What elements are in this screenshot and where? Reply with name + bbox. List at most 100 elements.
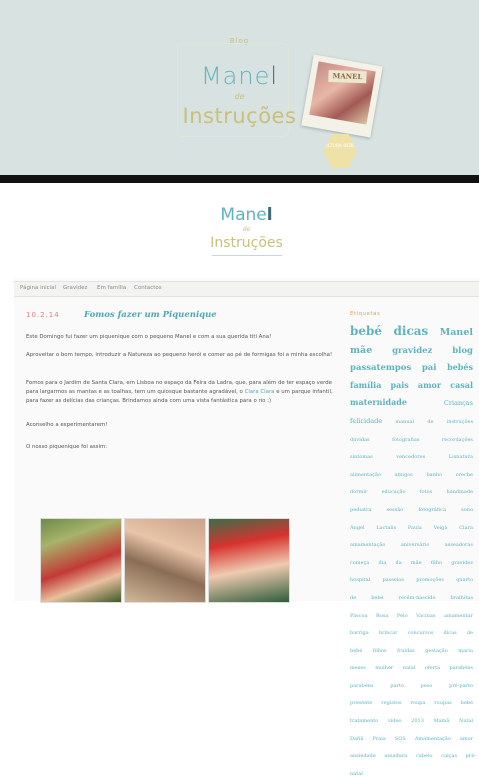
tag-link[interactable]: dicas	[394, 324, 429, 338]
tag-link[interactable]: banho	[426, 472, 442, 478]
tag-link[interactable]: mãe	[411, 560, 422, 566]
tag-link[interactable]: presente	[350, 700, 372, 707]
tag-link[interactable]: promoções	[416, 577, 444, 584]
tag-link[interactable]: Praia	[373, 736, 386, 742]
clara-clara-link[interactable]: Clara Clara	[245, 389, 275, 395]
tag-link[interactable]: Páscoa	[350, 613, 367, 619]
tag-link[interactable]: filho	[431, 560, 442, 566]
tag-link[interactable]: sintomas	[350, 454, 373, 460]
tag-link[interactable]: parabéns	[450, 665, 474, 672]
tag-link[interactable]: filhos	[373, 648, 387, 654]
tag-link[interactable]: bralhitas	[450, 595, 473, 601]
tag-link[interactable]: creche	[456, 472, 473, 478]
tag-link[interactable]: Paula	[408, 525, 422, 531]
tag-link[interactable]: assadura	[384, 753, 407, 760]
tag-link[interactable]: Rosa	[376, 613, 388, 619]
tag-link[interactable]: Amamentação	[415, 736, 451, 742]
tag-link[interactable]: aniversário	[401, 542, 430, 548]
tag-link[interactable]: bebé	[350, 324, 382, 338]
tag-link[interactable]: handmade	[447, 489, 474, 496]
tag-link[interactable]: fotos	[420, 489, 432, 496]
tag-link[interactable]: hospital	[350, 577, 370, 584]
tag-link[interactable]: tratamento	[350, 718, 378, 724]
tag-link[interactable]: dicas	[444, 630, 457, 636]
tag-link[interactable]: pais	[390, 380, 408, 390]
tag-link[interactable]: quarto	[456, 577, 473, 584]
tag-link[interactable]: Pelo	[397, 613, 408, 619]
tag-link[interactable]: mãe	[350, 345, 372, 356]
post-title[interactable]: Fomos fazer um Piquenique	[84, 310, 217, 320]
tag-link[interactable]: sono	[461, 507, 473, 513]
tag-link[interactable]: de	[427, 419, 433, 425]
tag-link[interactable]: oferta	[425, 665, 440, 672]
tag-link[interactable]: calças	[441, 753, 457, 760]
tag-link[interactable]: recém-nascido	[399, 595, 436, 601]
tag-link[interactable]: pediatra	[350, 507, 371, 513]
tag-link[interactable]: gravidez	[392, 346, 432, 356]
tag-link[interactable]: passatempos	[350, 363, 411, 373]
tag-link[interactable]: gravidez	[451, 560, 473, 566]
tag-link[interactable]: Veiga	[434, 525, 448, 531]
tag-link[interactable]: Natal	[459, 718, 473, 724]
tag-link[interactable]: roupas	[434, 700, 451, 707]
tag-link[interactable]: natal	[403, 665, 416, 672]
tag-link[interactable]: sessão	[387, 507, 404, 513]
tag-link[interactable]: começa	[350, 560, 369, 566]
tag-link[interactable]: bebé	[461, 700, 473, 707]
tag-link[interactable]: parto	[390, 683, 404, 689]
tag-link[interactable]: SOS	[395, 736, 406, 742]
tag-link[interactable]: gestação	[425, 648, 448, 654]
tag-link[interactable]: alimentação	[350, 472, 381, 478]
post-photo[interactable]	[124, 518, 206, 603]
tag-link[interactable]: Mamã	[434, 718, 450, 724]
tag-link[interactable]: Vacinas	[416, 613, 435, 619]
nav-item-home[interactable]: Página inicial	[20, 285, 56, 291]
tag-link[interactable]: recordações	[442, 437, 473, 443]
tag-link[interactable]: amor	[418, 380, 441, 390]
tag-link[interactable]: Crianças	[444, 399, 473, 407]
tag-link[interactable]: de	[350, 595, 356, 601]
tag-link[interactable]: Clara	[459, 525, 473, 531]
tag-link[interactable]: fotográfica	[418, 507, 446, 513]
tag-link[interactable]: Dafili	[350, 736, 364, 742]
tag-link[interactable]: 2013	[411, 718, 424, 724]
tag-link[interactable]: pai	[422, 363, 437, 373]
tag-link[interactable]: blog	[452, 346, 473, 356]
tag-link[interactable]: instruções	[447, 419, 473, 425]
post-photo[interactable]	[40, 518, 122, 603]
blog-title[interactable]: Manel	[14, 205, 479, 225]
tag-link[interactable]: amamentar	[444, 613, 473, 619]
tag-link[interactable]: roupa	[411, 700, 426, 707]
tag-link[interactable]: pré-parto	[449, 683, 473, 689]
tag-link[interactable]: família	[350, 380, 381, 390]
tag-link[interactable]: bebés	[447, 362, 473, 372]
tag-link[interactable]: concursos	[408, 630, 434, 636]
tag-link[interactable]: meses	[350, 665, 366, 672]
tag-link[interactable]: Ángel	[350, 525, 365, 531]
tag-link[interactable]: passeios	[382, 577, 403, 584]
tag-link[interactable]: asseadoras	[445, 542, 473, 548]
tag-link[interactable]: brincar	[379, 630, 398, 636]
tag-link[interactable]: de	[467, 630, 473, 636]
tag-link[interactable]: manual	[395, 419, 414, 425]
tag-link[interactable]: maria	[458, 648, 473, 654]
tag-link[interactable]: da	[396, 560, 402, 566]
tag-link[interactable]: cabelo	[416, 753, 433, 760]
tag-link[interactable]: parabéns	[350, 683, 374, 689]
tag-link[interactable]: barriga	[350, 630, 369, 636]
tag-link[interactable]: amigos	[395, 472, 413, 478]
tag-link[interactable]: vencedores	[396, 454, 425, 460]
tag-link[interactable]: felicidade	[350, 417, 382, 425]
tag-link[interactable]: peso	[421, 683, 433, 689]
tag-link[interactable]: educação	[382, 489, 406, 496]
post-photo[interactable]	[208, 518, 290, 603]
tag-link[interactable]: vídeo	[388, 718, 402, 724]
tag-link[interactable]: registos	[381, 700, 401, 707]
nav-item-familia[interactable]: Em família	[97, 285, 126, 291]
tag-link[interactable]: fotografias	[392, 437, 419, 443]
tag-link[interactable]: Manel	[440, 327, 473, 338]
tag-link[interactable]: dia	[379, 560, 387, 566]
nav-item-contactos[interactable]: Contactos	[134, 285, 162, 291]
nav-item-gravidez[interactable]: Gravidez	[63, 285, 87, 291]
tag-link[interactable]: Lisnatura	[449, 454, 473, 460]
